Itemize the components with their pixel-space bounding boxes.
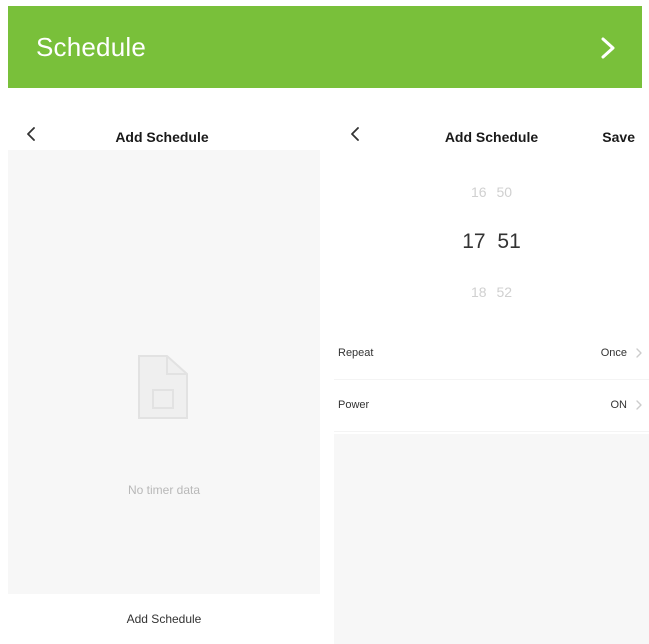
chevron-right-icon: [636, 400, 642, 410]
add-schedule-panel: Add Schedule Save 16 50 17 51 18 52 Repe…: [334, 112, 649, 644]
picker-current-row[interactable]: 17 51: [334, 230, 649, 254]
schedule-banner[interactable]: Schedule: [8, 6, 642, 88]
power-label: Power: [338, 399, 370, 411]
right-navbar: Add Schedule Save: [334, 112, 649, 152]
left-navbar: Add Schedule: [0, 112, 324, 152]
chevron-right-icon[interactable]: [596, 36, 620, 60]
picker-hour-prev[interactable]: 16: [471, 184, 487, 200]
repeat-label: Repeat: [338, 347, 374, 359]
time-picker[interactable]: 16 50 17 51 18 52: [334, 156, 649, 326]
chevron-right-icon: [636, 348, 642, 358]
power-row[interactable]: Power ON: [334, 380, 649, 432]
banner-title: Schedule: [36, 32, 147, 62]
picker-hour-next[interactable]: 18: [471, 284, 487, 300]
picker-hour-current[interactable]: 17: [462, 230, 485, 254]
power-value: ON: [610, 399, 628, 411]
document-icon: [138, 355, 188, 419]
picker-next-row[interactable]: 18 52: [334, 284, 649, 300]
save-button[interactable]: Save: [602, 129, 635, 145]
repeat-row[interactable]: Repeat Once: [334, 328, 649, 380]
schedule-list-panel: Add Schedule No timer data Add Schedule: [0, 112, 324, 644]
page-title: Add Schedule: [115, 129, 209, 145]
picker-minute-current[interactable]: 51: [497, 230, 520, 254]
repeat-value: Once: [600, 347, 627, 359]
empty-area: [334, 434, 649, 644]
picker-prev-row[interactable]: 16 50: [334, 184, 649, 200]
add-schedule-button[interactable]: Add Schedule: [8, 594, 320, 644]
picker-minute-next[interactable]: 52: [496, 284, 512, 300]
picker-minute-prev[interactable]: 50: [496, 184, 512, 200]
empty-message: No timer data: [127, 483, 201, 497]
empty-state: No timer data Add Schedule: [8, 150, 320, 644]
schedule-settings: Repeat Once Power ON: [334, 328, 649, 432]
